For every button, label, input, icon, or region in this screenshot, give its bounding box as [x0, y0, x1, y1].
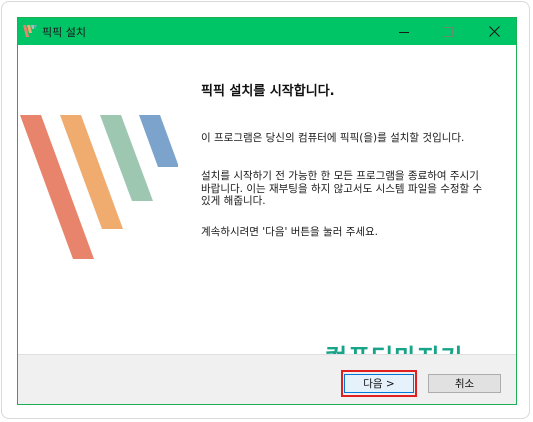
- close-button[interactable]: [472, 18, 516, 45]
- minimize-icon: [399, 31, 409, 33]
- close-programs-text: 설치를 시작하기 전 가능한 한 모든 프로그램을 종료하여 주시기 바랍니다.…: [201, 170, 483, 207]
- picpick-stripes-graphic: [20, 115, 178, 259]
- cancel-button[interactable]: 취소: [428, 374, 501, 393]
- window-title: 픽픽 설치: [42, 26, 86, 39]
- button-bar: 다음 > 취소: [18, 354, 516, 404]
- picpick-logo-icon: [23, 25, 37, 37]
- close-icon: [488, 26, 500, 37]
- page-heading: 픽픽 설치를 시작합니다.: [201, 84, 335, 99]
- next-button[interactable]: 다음 >: [344, 374, 414, 393]
- welcome-panel: 픽픽 설치를 시작합니다. 이 프로그램은 당신의 컴퓨터에 픽픽(을)를 설치…: [18, 45, 516, 372]
- title-bar[interactable]: 픽픽 설치: [18, 18, 516, 45]
- minimize-button[interactable]: [382, 18, 426, 45]
- intro-text: 이 프로그램은 당신의 컴퓨터에 픽픽(을)를 설치할 것입니다.: [201, 132, 465, 144]
- continue-instruction-text: 계속하시려면 '다음' 버튼을 눌러 주세요.: [201, 226, 379, 238]
- installer-window: 픽픽 설치 픽픽 설치를 시작합니다. 이 프로그램은 당신의 컴퓨터에 픽픽(…: [17, 17, 517, 405]
- maximize-icon: [443, 26, 453, 37]
- maximize-button[interactable]: [426, 18, 470, 45]
